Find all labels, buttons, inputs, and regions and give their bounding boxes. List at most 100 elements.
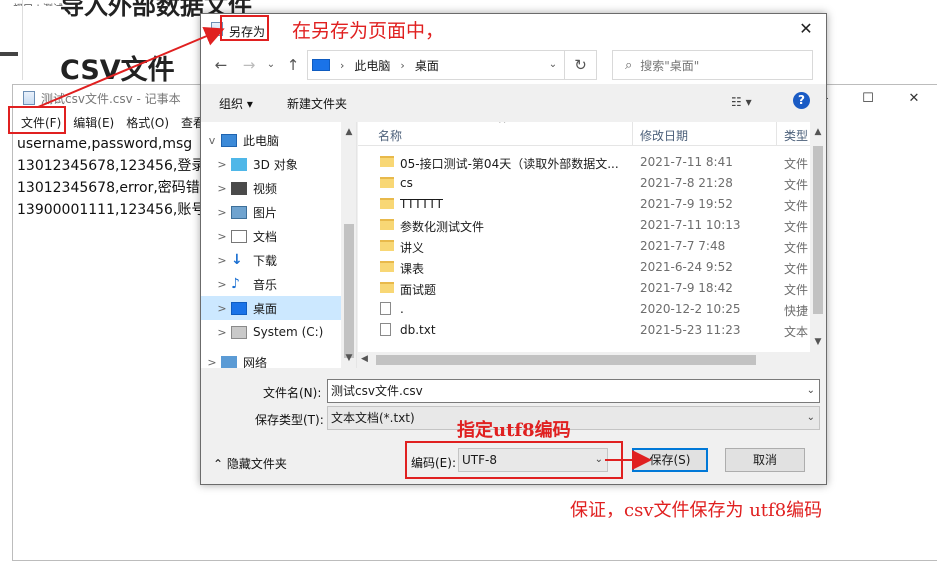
tree-item-label: 桌面 (253, 301, 278, 316)
tree-item-videos[interactable]: > 视频 (201, 176, 341, 200)
scrollbar-thumb[interactable] (376, 355, 756, 365)
pc-icon (312, 59, 330, 71)
file-row[interactable]: 参数化测试文件 2021-7-11 10:13 文件 (358, 215, 810, 236)
tree-item-desktop[interactable]: > 桌面 (201, 296, 341, 320)
refresh-icon[interactable]: ↻ (564, 51, 596, 79)
chevron-down-icon[interactable]: ⌄ (807, 380, 815, 402)
chevron-right-icon[interactable]: > (205, 356, 219, 369)
hide-folders-label: 隐藏文件夹 (226, 457, 287, 471)
filename-input[interactable]: 测试csv文件.csv ⌄ (327, 379, 820, 403)
cancel-button[interactable]: 取消 (725, 448, 805, 472)
tree-item-pictures[interactable]: > 图片 (201, 200, 341, 224)
chevron-right-icon[interactable]: › (400, 59, 404, 72)
column-divider[interactable] (776, 122, 777, 146)
search-placeholder: 搜索"桌面" (640, 58, 700, 73)
file-date: 2021-5-23 11:23 (640, 323, 741, 337)
scroll-left-icon[interactable]: ◀ (361, 354, 368, 364)
breadcrumb-this-pc[interactable]: 此电脑 (354, 57, 390, 74)
text-line: 13012345678,123456,登录 (17, 158, 206, 174)
chevron-down-icon[interactable]: v (205, 134, 219, 147)
download-icon: ↓ (231, 251, 243, 268)
column-type[interactable]: 类型 (784, 127, 808, 144)
network-icon (221, 355, 237, 368)
file-row[interactable]: 05-接口测试-第04天（读取外部数据文... 2021-7-11 8:41 文… (358, 152, 810, 173)
chevron-right-icon[interactable]: > (215, 230, 229, 243)
column-date[interactable]: 修改日期 (640, 127, 688, 144)
file-row[interactable]: 面试题 2021-7-9 18:42 文件 (358, 278, 810, 299)
horizontal-scrollbar[interactable]: ◀ (358, 352, 810, 368)
file-row[interactable]: 讲义 2021-7-7 7:48 文件 (358, 236, 810, 257)
savetype-select[interactable]: 文本文档(*.txt) ⌄ (327, 406, 820, 430)
scroll-down-icon[interactable]: ▼ (810, 334, 826, 350)
breadcrumb-desktop[interactable]: 桌面 (415, 57, 439, 74)
file-type: 文件 (784, 262, 809, 276)
tree-item-network[interactable]: > 网络 (201, 350, 341, 368)
file-row[interactable]: db.txt 2021-5-23 11:23 文本 (358, 320, 810, 341)
savetype-label: 保存类型(T): (255, 413, 324, 427)
tree-item-system-c[interactable]: > System (C:) (201, 320, 341, 344)
address-bar[interactable]: › 此电脑 › 桌面 ⌄ ↻ (307, 50, 597, 80)
folder-icon (380, 177, 394, 188)
music-icon: ♪ (231, 275, 240, 292)
file-name: db.txt (400, 323, 436, 337)
up-arrow-icon[interactable]: ↑ (283, 55, 303, 75)
scroll-up-icon[interactable]: ▲ (341, 124, 357, 140)
forward-arrow-icon[interactable]: → (239, 55, 259, 75)
scrollbar-thumb[interactable] (813, 146, 823, 314)
back-arrow-icon[interactable]: ← (211, 55, 231, 75)
tree-item-3d-objects[interactable]: > 3D 对象 (201, 152, 341, 176)
menu-edit[interactable]: 编辑(E) (67, 114, 120, 131)
chevron-right-icon[interactable]: > (215, 278, 229, 291)
file-name: 讲义 (400, 241, 425, 255)
file-row[interactable]: TTTTTT 2021-7-9 19:52 文件 (358, 194, 810, 215)
close-icon[interactable]: ✕ (794, 18, 818, 40)
column-name[interactable]: 名称 (378, 127, 402, 144)
tree-item-this-pc[interactable]: v 此电脑 (201, 128, 341, 152)
file-type: 文件 (784, 178, 809, 192)
chevron-right-icon[interactable]: › (340, 59, 344, 72)
tree-item-documents[interactable]: > 文档 (201, 224, 341, 248)
new-folder-button[interactable]: 新建文件夹 (287, 95, 347, 112)
notepad-text-area[interactable]: username,password,msg 13012345678,123456,… (17, 133, 205, 221)
save-button[interactable]: 保存(S) (632, 448, 708, 472)
chevron-right-icon[interactable]: > (215, 182, 229, 195)
file-type: 快捷 (784, 304, 809, 318)
file-row[interactable]: 课表 2021-6-24 9:52 文件 (358, 257, 810, 278)
file-list-scrollbar[interactable]: ▲ ▼ (810, 122, 826, 368)
scrollbar-thumb[interactable] (344, 224, 354, 358)
savetype-value: 文本文档(*.txt) (331, 411, 415, 425)
file-name: 参数化测试文件 (400, 220, 485, 234)
recent-locations-chevron-icon[interactable]: ⌄ (261, 55, 281, 75)
chevron-right-icon[interactable]: > (215, 302, 229, 315)
tree-item-downloads[interactable]: > ↓ 下载 (201, 248, 341, 272)
chevron-right-icon[interactable]: > (215, 206, 229, 219)
hide-folders-toggle[interactable]: ⌃ 隐藏文件夹 (213, 455, 287, 472)
view-options-icon[interactable]: ☷ ▾ (731, 95, 752, 109)
column-divider[interactable] (632, 122, 633, 146)
scroll-up-icon[interactable]: ▲ (810, 124, 826, 140)
chevron-right-icon[interactable]: > (215, 254, 229, 267)
chevron-right-icon[interactable]: > (215, 326, 229, 339)
picture-icon (231, 205, 247, 219)
dialog-toolbar: 组织 ▾ 新建文件夹 ☷ ▾ ? (201, 84, 826, 122)
scroll-down-icon[interactable]: ▼ (341, 350, 357, 366)
address-dropdown-icon[interactable]: ⌄ (544, 51, 562, 79)
help-icon[interactable]: ? (793, 92, 810, 109)
menu-format[interactable]: 格式(O) (120, 114, 175, 131)
tree-item-music[interactable]: > ♪ 音乐 (201, 272, 341, 296)
background-divider (22, 0, 23, 80)
chevron-down-icon[interactable]: ⌄ (807, 407, 815, 429)
document-icon (231, 229, 247, 243)
organize-button[interactable]: 组织 ▾ (219, 95, 253, 112)
pc-icon (221, 133, 237, 147)
file-date: 2021-7-11 8:41 (640, 155, 733, 169)
tree-scrollbar[interactable]: ▲ ▼ (341, 122, 357, 368)
maximize-icon[interactable]: ☐ (845, 85, 891, 111)
folder-icon (380, 219, 394, 230)
folder-icon (380, 240, 394, 251)
file-row[interactable]: . 2020-12-2 10:25 快捷 (358, 299, 810, 320)
file-row[interactable]: cs 2021-7-8 21:28 文件 (358, 173, 810, 194)
close-icon[interactable]: ✕ (891, 85, 937, 111)
chevron-right-icon[interactable]: > (215, 158, 229, 171)
search-input[interactable]: ⌕ 搜索"桌面" (612, 50, 813, 80)
